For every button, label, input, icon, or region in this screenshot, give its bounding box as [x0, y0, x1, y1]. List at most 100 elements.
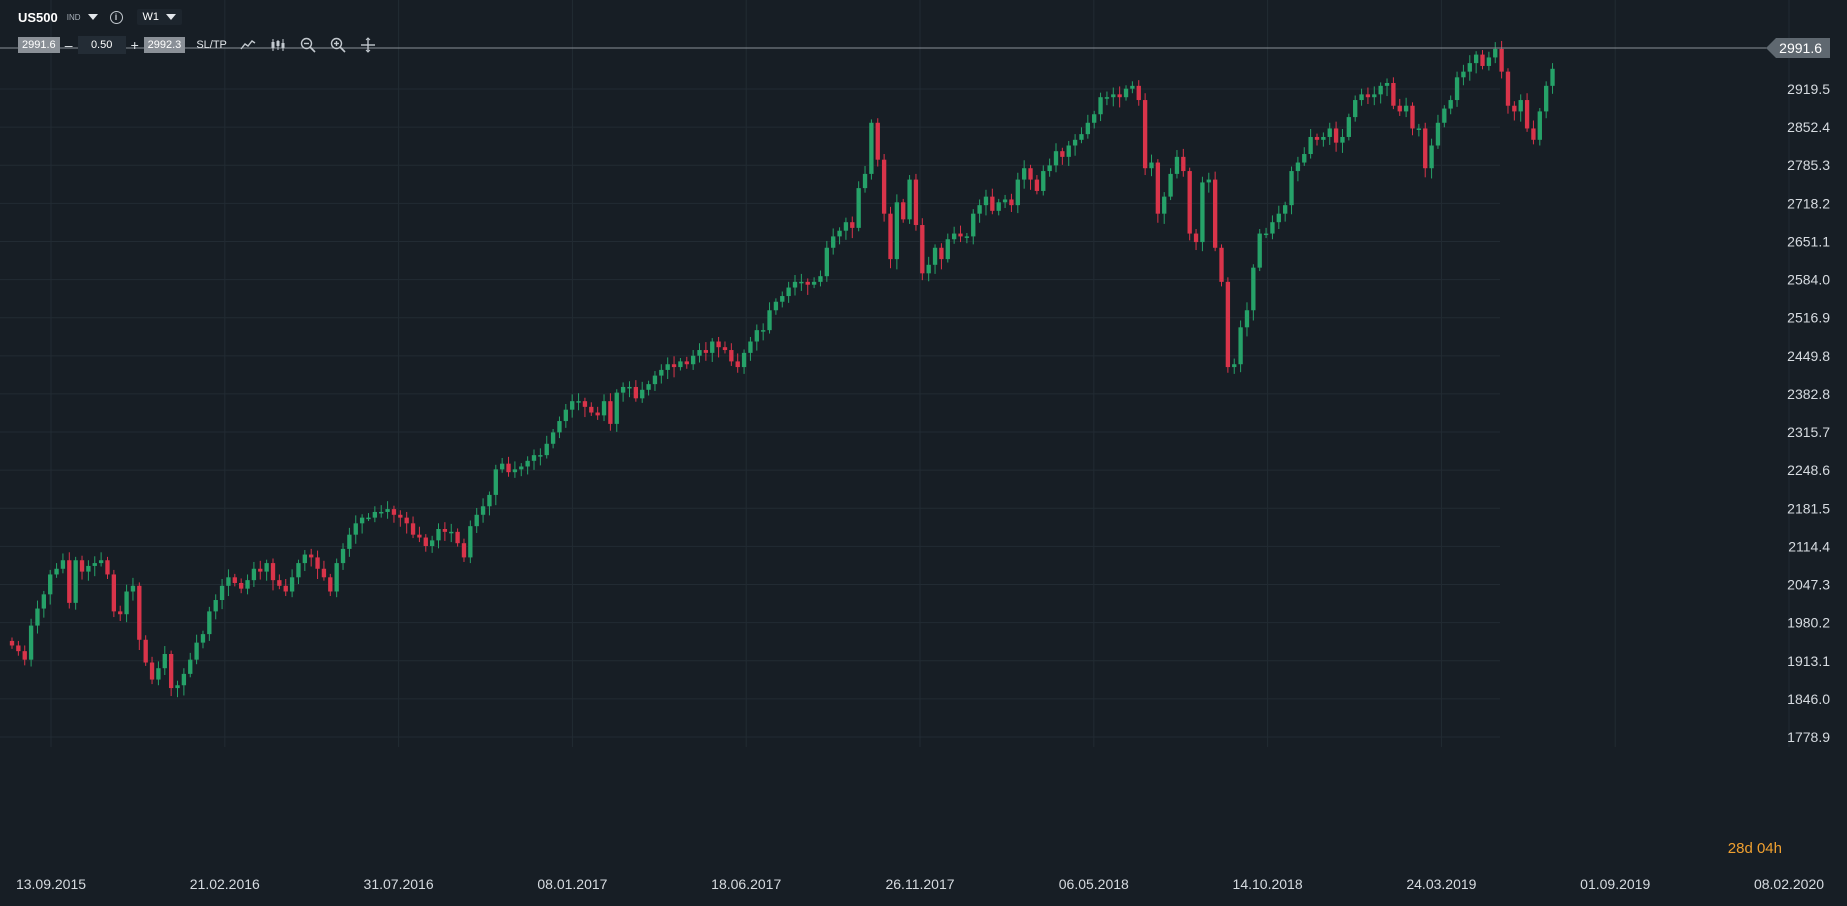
zoom-in-icon[interactable] — [329, 36, 347, 54]
bear-candle — [1219, 247, 1224, 282]
bear-candle — [277, 580, 282, 586]
bull-candle — [1435, 122, 1441, 146]
bull-candle — [1537, 111, 1542, 140]
bull-candle — [1473, 54, 1479, 64]
bull-candle — [124, 591, 129, 615]
price-axis[interactable]: 2919.5 2852.4 2785.3 2718.2 2651.1 2584.0 2516… — [1787, 81, 1830, 745]
date-tick-label: 06.05.2018 — [1059, 876, 1129, 892]
timeframe-selector[interactable]: W1 — [136, 9, 183, 25]
bull-candle — [385, 509, 390, 512]
price-tick-label: 2114.4 — [1788, 538, 1830, 554]
bear-candle — [1155, 162, 1161, 214]
bull-candle — [894, 202, 900, 260]
trade-toolbar: 2991.6 – + 2992.3 SL/TP — [18, 35, 377, 55]
bull-candle — [1429, 145, 1434, 169]
info-icon[interactable]: i — [109, 10, 123, 24]
bear-candle — [722, 347, 728, 351]
buy-price-button[interactable]: 2992.3 — [143, 37, 186, 53]
bull-candle — [1283, 205, 1288, 214]
bull-candle — [1123, 88, 1129, 98]
price-tick-label: 2382.8 — [1787, 386, 1830, 402]
bull-candle — [945, 239, 950, 260]
bull-candle — [1346, 117, 1351, 137]
bull-candle — [786, 287, 791, 297]
bull-candle — [741, 352, 747, 368]
bull-candle — [188, 659, 193, 674]
bear-candle — [239, 582, 244, 589]
bull-candle — [1276, 213, 1281, 223]
bull-candle — [156, 668, 161, 680]
decrease-quantity-button[interactable]: – — [60, 37, 78, 53]
increase-quantity-button[interactable]: + — [126, 37, 144, 53]
bull-candle — [1232, 364, 1237, 368]
bear-candle — [149, 662, 155, 680]
bull-candle — [264, 563, 269, 572]
bear-candle — [1423, 128, 1428, 169]
bull-candle — [493, 469, 498, 495]
quantity-input[interactable] — [77, 36, 126, 54]
bull-candle — [468, 526, 473, 558]
bull-candle — [843, 222, 849, 231]
bull-candle — [659, 369, 664, 376]
bear-candle — [442, 528, 448, 532]
price-tick-label: 1913.1 — [1787, 653, 1830, 669]
bull-candle — [856, 188, 861, 228]
line-chart-icon[interactable] — [239, 36, 257, 54]
price-tick-label: 1980.2 — [1787, 615, 1830, 631]
bull-candle — [35, 608, 40, 626]
sell-price-button[interactable]: 2991.6 — [18, 37, 60, 53]
bear-candle — [1531, 128, 1536, 140]
bear-candle — [16, 645, 21, 652]
bear-candle — [684, 361, 689, 365]
price-tick-label: 2315.7 — [1787, 424, 1830, 440]
bull-candle — [289, 577, 295, 592]
bear-candle — [589, 406, 594, 413]
time-axis[interactable]: 13.09.2015 21.02.2016 31.07.2016 08.01.2017… — [16, 876, 1824, 892]
bull-candle — [627, 386, 632, 389]
bull-candle — [767, 310, 772, 331]
bull-candle — [519, 466, 524, 470]
chevron-down-icon[interactable] — [87, 14, 98, 20]
sl-tp-button[interactable]: SL/TP — [196, 39, 227, 51]
zoom-out-icon[interactable] — [299, 36, 317, 54]
bull-candle — [28, 625, 34, 660]
symbol-type-label: IND — [66, 12, 81, 22]
price-tick-label: 2449.8 — [1787, 348, 1830, 364]
bull-candle — [181, 673, 187, 686]
date-tick-label: 18.06.2017 — [711, 876, 781, 892]
bull-candle — [1544, 85, 1549, 112]
price-tick-label: 2651.1 — [1787, 233, 1830, 249]
price-tick-label: 1846.0 — [1787, 691, 1830, 707]
price-tick-label: 2785.3 — [1787, 157, 1830, 173]
date-tick-label: 01.09.2019 — [1580, 876, 1650, 892]
crosshair-icon[interactable] — [359, 36, 377, 54]
bull-candle — [824, 247, 829, 277]
bear-candle — [118, 611, 123, 615]
candlestick-icon[interactable] — [269, 36, 287, 54]
bull-candle — [60, 560, 66, 569]
bear-candle — [939, 247, 944, 260]
bull-candle — [1308, 136, 1313, 155]
bull-candle — [531, 455, 537, 461]
bull-candle — [1015, 179, 1020, 206]
current-price-label: 2991.6 — [1779, 40, 1822, 56]
bull-candle — [563, 409, 568, 422]
trading-chart-app: 2919.5 2852.4 2785.3 2718.2 2651.1 2584.0 2516… — [0, 0, 1847, 906]
bull-candle — [200, 634, 206, 643]
bull-candle — [646, 384, 651, 390]
bear-candle — [633, 386, 639, 399]
bear-candle — [608, 401, 613, 424]
bull-candle — [379, 511, 384, 514]
bear-candle — [1181, 156, 1186, 172]
bull-candle — [710, 341, 715, 353]
bull-candle — [1066, 145, 1071, 157]
bull-candle — [1378, 85, 1383, 95]
bull-candle — [932, 247, 938, 265]
bull-candle — [1340, 136, 1345, 143]
bear-candle — [1028, 168, 1033, 180]
bear-candle — [1009, 199, 1014, 206]
price-chart[interactable]: 2919.5 2852.4 2785.3 2718.2 2651.1 2584.0 2516… — [0, 0, 1847, 906]
bull-candle — [977, 205, 982, 214]
bear-candle — [1117, 94, 1122, 98]
bull-candle — [951, 233, 957, 240]
